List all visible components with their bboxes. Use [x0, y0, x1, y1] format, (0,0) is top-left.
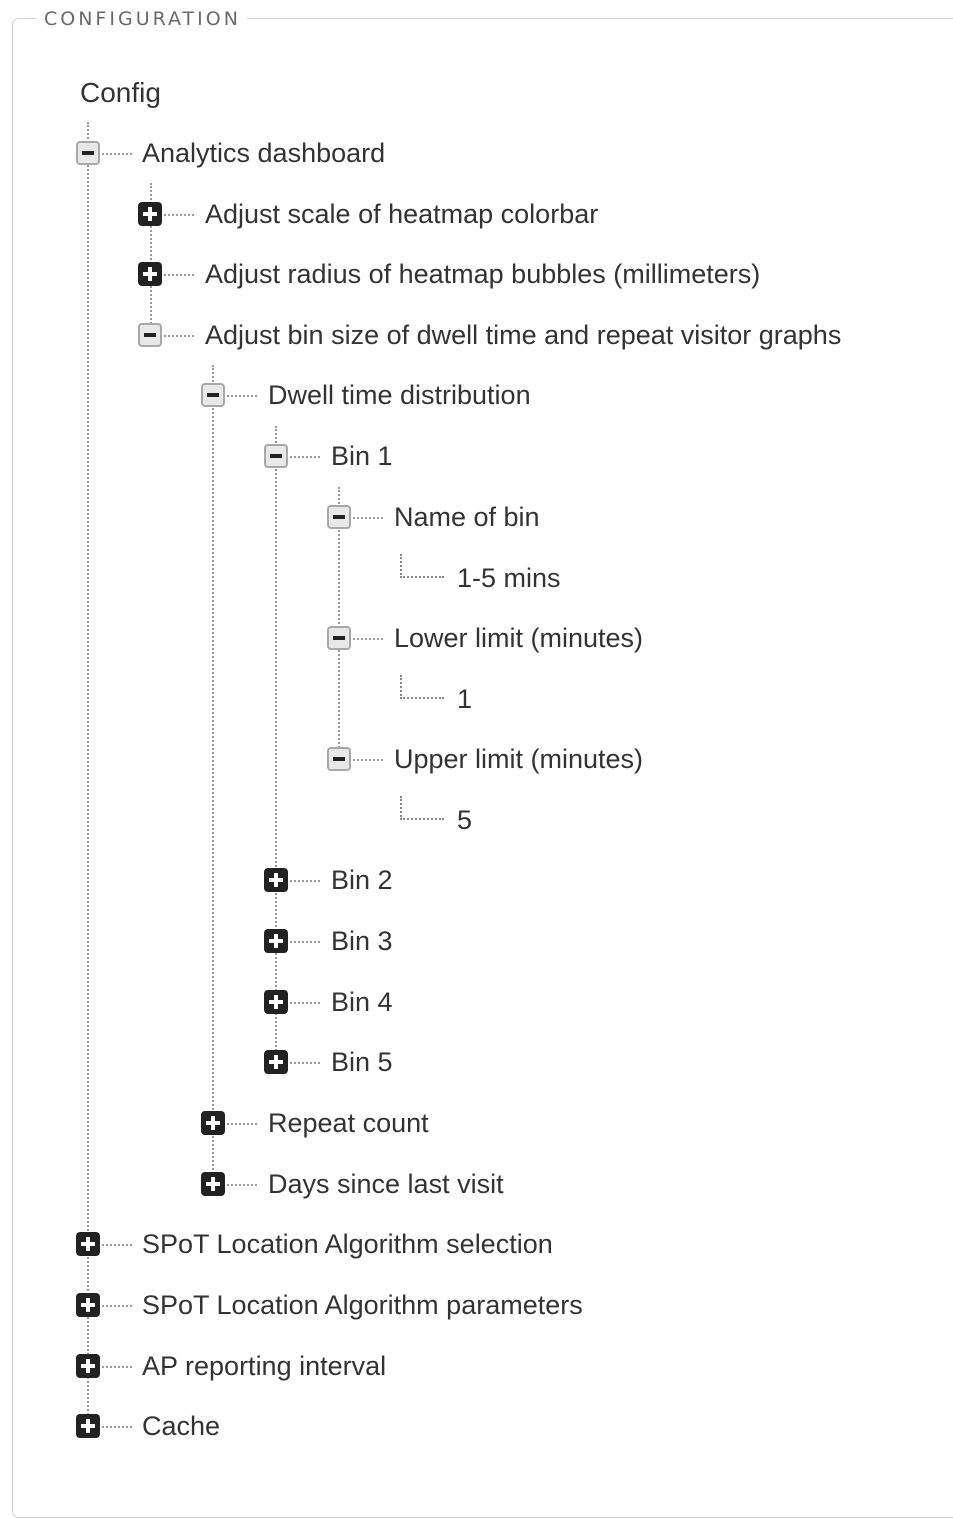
- collapse-adjust-bin-size-toggle[interactable]: [138, 323, 162, 347]
- tree-connector: [290, 1062, 320, 1064]
- node-ap-reporting-interval[interactable]: AP reporting interval: [142, 1350, 386, 1382]
- node-adjust-radius[interactable]: Adjust radius of heatmap bubbles (millim…: [205, 258, 760, 290]
- value-name-of-bin[interactable]: 1-5 mins: [457, 562, 561, 594]
- tree-connector: [102, 1244, 132, 1246]
- node-repeat-count[interactable]: Repeat count: [268, 1107, 429, 1139]
- tree-connector: [290, 941, 320, 943]
- node-upper-limit[interactable]: Upper limit (minutes): [394, 743, 643, 775]
- tree-connector: [102, 1305, 132, 1307]
- collapse-dwell-time-toggle[interactable]: [201, 383, 225, 407]
- collapse-bin1-toggle[interactable]: [264, 444, 288, 468]
- tree-connector: [164, 214, 194, 216]
- expand-cache-toggle[interactable]: [76, 1414, 100, 1438]
- node-analytics-dashboard[interactable]: Analytics dashboard: [142, 137, 385, 169]
- tree-connector: [290, 1002, 320, 1004]
- node-adjust-bin-size[interactable]: Adjust bin size of dwell time and repeat…: [205, 319, 841, 351]
- expand-bin5-toggle[interactable]: [264, 1050, 288, 1074]
- tree-connector: [102, 153, 132, 155]
- expand-days-since-last-visit-toggle[interactable]: [201, 1172, 225, 1196]
- tree-connector: [102, 1426, 132, 1428]
- expand-bin2-toggle[interactable]: [264, 868, 288, 892]
- expand-repeat-count-toggle[interactable]: [201, 1111, 225, 1135]
- tree-connector: [164, 274, 194, 276]
- node-dwell-time-distribution[interactable]: Dwell time distribution: [268, 379, 531, 411]
- tree-connector: [353, 517, 383, 519]
- node-name-of-bin[interactable]: Name of bin: [394, 501, 540, 533]
- collapse-name-of-bin-toggle[interactable]: [327, 505, 351, 529]
- expand-bin4-toggle[interactable]: [264, 990, 288, 1014]
- node-adjust-scale[interactable]: Adjust scale of heatmap colorbar: [205, 198, 598, 230]
- panel-legend: CONFIGURATION: [36, 8, 247, 30]
- tree-connector: [227, 1184, 257, 1186]
- expand-adjust-scale-toggle[interactable]: [138, 202, 162, 226]
- tree-connector: [353, 638, 383, 640]
- collapse-upper-limit-toggle[interactable]: [327, 747, 351, 771]
- tree-connector: [290, 880, 320, 882]
- tree-line-level2: [212, 365, 214, 1185]
- tree-connector: [227, 395, 257, 397]
- expand-adjust-radius-toggle[interactable]: [138, 262, 162, 286]
- collapse-lower-limit-toggle[interactable]: [327, 626, 351, 650]
- expand-spot-algorithm-selection-toggle[interactable]: [76, 1232, 100, 1256]
- tree-root-label: Config: [80, 77, 161, 108]
- expand-spot-algorithm-parameters-toggle[interactable]: [76, 1293, 100, 1317]
- node-days-since-last-visit[interactable]: Days since last visit: [268, 1168, 504, 1200]
- expand-bin3-toggle[interactable]: [264, 929, 288, 953]
- node-cache[interactable]: Cache: [142, 1410, 220, 1442]
- value-lower-limit[interactable]: 1: [457, 683, 472, 715]
- node-bin1[interactable]: Bin 1: [331, 440, 393, 472]
- tree-line-level3: [275, 426, 277, 1063]
- node-spot-algorithm-parameters[interactable]: SPoT Location Algorithm parameters: [142, 1289, 583, 1321]
- node-bin4[interactable]: Bin 4: [331, 986, 393, 1018]
- tree-connector: [290, 456, 320, 458]
- collapse-analytics-dashboard-toggle[interactable]: [76, 141, 100, 165]
- tree-leaf-connector: [400, 675, 444, 699]
- tree-leaf-connector: [400, 796, 444, 820]
- tree-connector: [164, 335, 194, 337]
- node-bin5[interactable]: Bin 5: [331, 1046, 393, 1078]
- tree-connector: [102, 1366, 132, 1368]
- expand-ap-reporting-interval-toggle[interactable]: [76, 1354, 100, 1378]
- tree-connector: [227, 1123, 257, 1125]
- node-lower-limit[interactable]: Lower limit (minutes): [394, 622, 643, 654]
- node-bin3[interactable]: Bin 3: [331, 925, 393, 957]
- tree-connector: [353, 759, 383, 761]
- tree-leaf-connector: [400, 554, 444, 578]
- node-spot-algorithm-selection[interactable]: SPoT Location Algorithm selection: [142, 1228, 553, 1260]
- value-upper-limit[interactable]: 5: [457, 804, 472, 836]
- node-bin2[interactable]: Bin 2: [331, 864, 393, 896]
